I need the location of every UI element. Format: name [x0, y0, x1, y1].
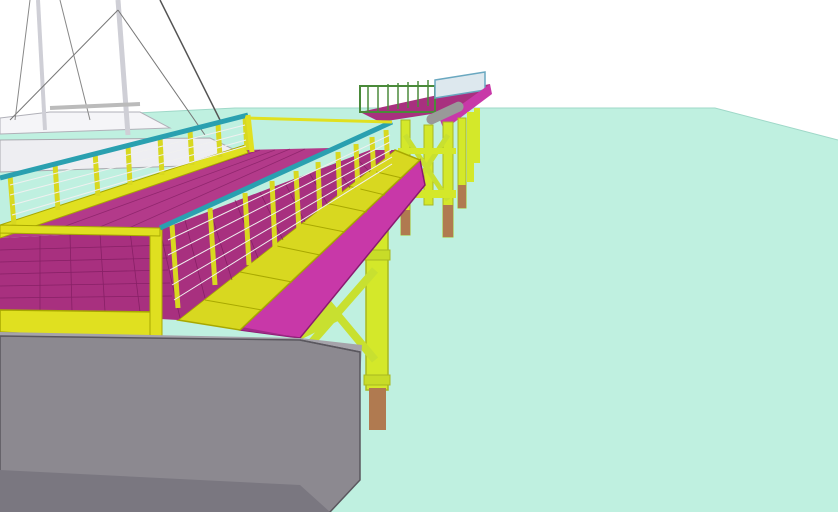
concrete-block: [0, 332, 362, 512]
near-pile-collar-2: [363, 374, 391, 386]
right-railing-end-post: [149, 227, 163, 343]
near-pile-foot: [369, 388, 386, 430]
pier-scene: [0, 0, 838, 512]
